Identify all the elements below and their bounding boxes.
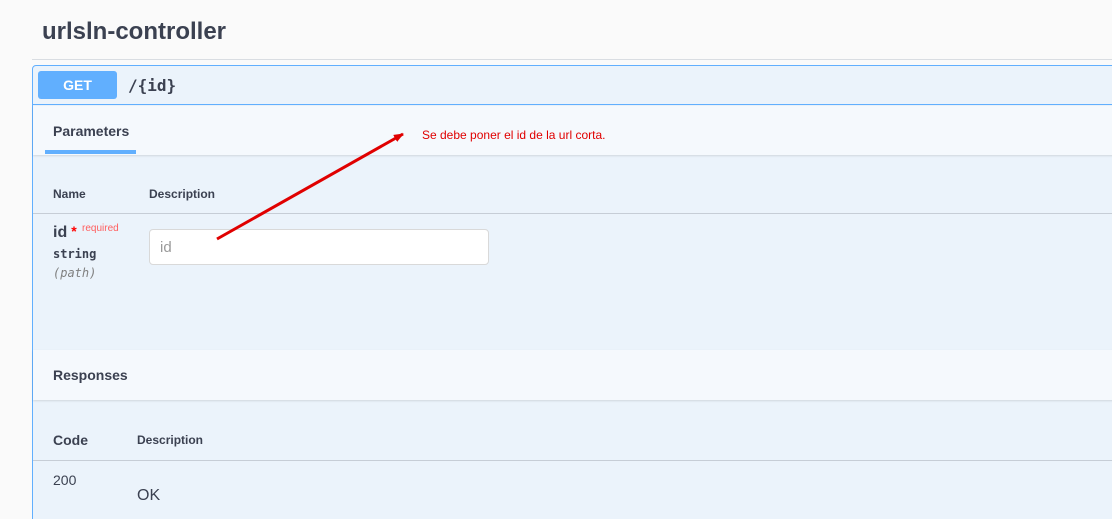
annotation-arrow [216, 132, 404, 241]
annotation-note: Se debe poner el id de la url corta. [422, 128, 606, 142]
